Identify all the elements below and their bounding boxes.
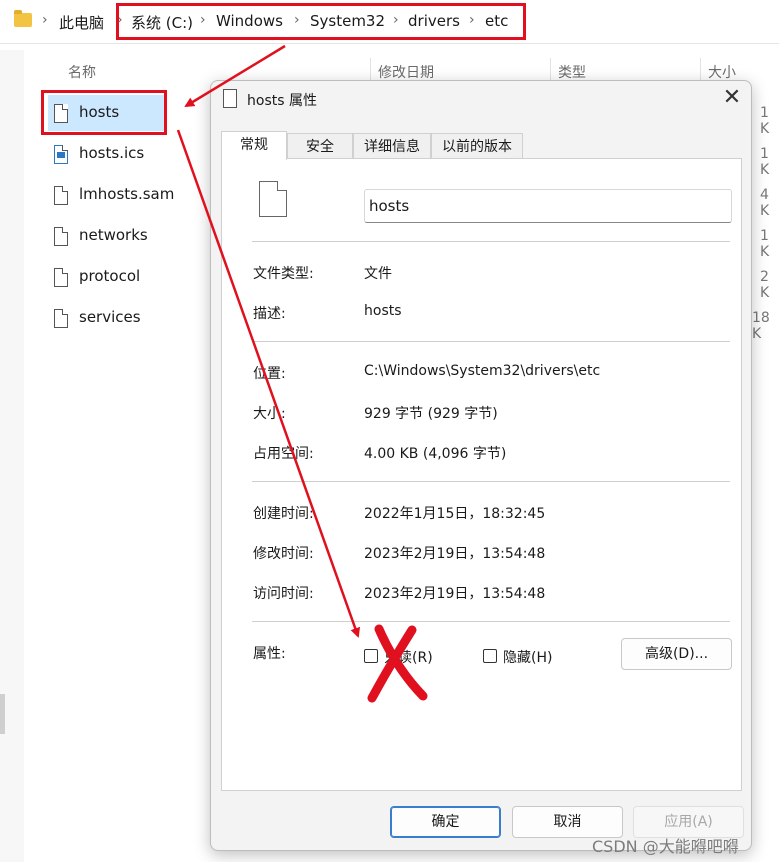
disk-size-label: 占用空间:: [253, 446, 314, 462]
file-icon: [259, 181, 287, 217]
size-value: 929 字节 (929 字节): [364, 406, 498, 422]
folder-icon: [14, 10, 32, 27]
modified-label: 修改时间:: [253, 546, 314, 562]
file-icon: [54, 268, 68, 287]
advanced-button[interactable]: 高级(D)...: [621, 638, 732, 670]
hidden-checkbox[interactable]: [483, 649, 497, 663]
file-size: 1 K: [760, 105, 770, 137]
ics-file-icon: [54, 145, 68, 164]
file-icon: [54, 227, 68, 246]
divider: [252, 621, 730, 622]
file-row-lmhosts[interactable]: lmhosts.sam: [48, 177, 208, 213]
column-divider[interactable]: [700, 58, 701, 82]
file-icon: [54, 186, 68, 205]
general-tab-panel: 文件类型: 文件 描述: hosts 位置: C:\Windows\System…: [221, 158, 742, 791]
hosts-highlight-box: [41, 90, 167, 135]
file-row-protocol[interactable]: protocol: [48, 259, 208, 295]
divider: [252, 241, 730, 242]
readonly-checkbox[interactable]: [364, 649, 378, 663]
ok-button[interactable]: 确定: [390, 806, 501, 838]
breadcrumb-this-pc[interactable]: 此电脑: [59, 12, 104, 33]
file-size: 1 K: [760, 228, 770, 260]
divider: [252, 481, 730, 482]
column-header-modified[interactable]: 修改日期: [378, 62, 434, 82]
file-row-hosts-ics[interactable]: hosts.ics: [48, 136, 208, 172]
filename-input[interactable]: [364, 189, 732, 223]
description-value: hosts: [364, 303, 402, 319]
file-row-services[interactable]: services: [48, 300, 208, 336]
description-label: 描述:: [253, 306, 286, 322]
type-label: 文件类型:: [253, 266, 314, 282]
created-label: 创建时间:: [253, 506, 314, 522]
nav-scrollbar-thumb[interactable]: [0, 694, 5, 734]
close-icon[interactable]: ✕: [719, 85, 745, 111]
location-value: C:\Windows\System32\drivers\etc: [364, 363, 601, 379]
hidden-label[interactable]: 隐藏(H): [503, 647, 552, 667]
column-divider[interactable]: [550, 58, 551, 82]
dialog-title: hosts 属性: [247, 93, 317, 109]
created-value: 2022年1月15日，18:32:45: [364, 506, 546, 522]
readonly-label[interactable]: 只读(R): [384, 647, 433, 667]
disk-size-value: 4.00 KB (4,096 字节): [364, 446, 507, 462]
column-divider[interactable]: [370, 58, 371, 82]
file-size: 18 K: [752, 310, 770, 342]
column-header-size[interactable]: 大小: [708, 62, 736, 82]
column-header-name[interactable]: 名称: [68, 62, 96, 82]
file-size: 1 K: [760, 146, 770, 178]
file-row-networks[interactable]: networks: [48, 218, 208, 254]
file-icon: [54, 309, 68, 328]
file-name: lmhosts.sam: [79, 185, 175, 203]
size-label: 大小:: [253, 406, 286, 422]
accessed-label: 访问时间:: [253, 586, 314, 602]
tab-details[interactable]: 详细信息: [353, 133, 431, 159]
properties-dialog: hosts 属性 ✕ 常规 安全 详细信息 以前的版本 文件类型: 文件 描述:…: [210, 80, 752, 851]
chevron-right-icon: ›: [42, 12, 48, 28]
file-icon: [223, 89, 237, 108]
watermark: CSDN @大能嘚吧嘚: [592, 837, 739, 856]
attributes-label: 属性:: [253, 646, 286, 662]
navigation-pane[interactable]: [0, 50, 24, 862]
modified-value: 2023年2月19日，13:54:48: [364, 546, 546, 562]
tab-security[interactable]: 安全: [287, 133, 353, 159]
column-header-type[interactable]: 类型: [558, 62, 586, 82]
tab-general[interactable]: 常规: [221, 131, 287, 160]
file-size: 2 K: [760, 269, 770, 301]
file-name: hosts.ics: [79, 144, 145, 162]
location-label: 位置:: [253, 366, 286, 382]
file-name: services: [79, 308, 141, 326]
file-name: networks: [79, 226, 148, 244]
tab-previous-versions[interactable]: 以前的版本: [431, 133, 523, 159]
file-size: 4 K: [760, 187, 770, 219]
accessed-value: 2023年2月19日，13:54:48: [364, 586, 546, 602]
file-name: protocol: [79, 267, 141, 285]
type-value: 文件: [364, 266, 392, 282]
divider: [252, 341, 730, 342]
breadcrumb-highlight-box: [116, 3, 526, 40]
